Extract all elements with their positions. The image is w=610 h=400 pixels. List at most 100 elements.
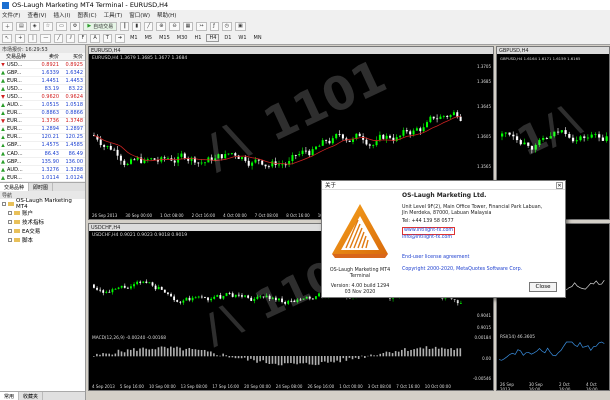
menu-insert[interactable]: 插入(I) (54, 11, 71, 19)
ask-cell: 0.9624 (65, 93, 84, 100)
indicators-icon[interactable]: ƒ (209, 21, 219, 31)
timeframe-mn[interactable]: MN (252, 35, 264, 41)
expand-icon[interactable] (8, 210, 12, 215)
navigator-icon[interactable]: ☆ (42, 21, 54, 31)
tab-common[interactable]: 常用 (0, 392, 20, 400)
bar-chart-icon[interactable]: ┃ (120, 21, 130, 31)
navigator-item-scripts[interactable]: 脚本 (0, 235, 85, 244)
market-watch-row[interactable]: EUR... 1.3736 1.3748 (0, 118, 85, 126)
timeframe-m30[interactable]: M30 (175, 35, 190, 41)
timeframe-h1[interactable]: H1 (192, 35, 203, 41)
terminal-icon[interactable]: ▭ (56, 21, 67, 31)
menu-charts[interactable]: 图表(C) (77, 11, 96, 19)
market-watch-row[interactable]: AUD... 1.3276 1.3288 (0, 166, 85, 175)
timeframe-d1[interactable]: D1 (222, 35, 233, 41)
tab-favorites[interactable]: 收藏夹 (19, 392, 44, 400)
timeframe-w1[interactable]: W1 (236, 35, 248, 41)
copyright-link[interactable]: Copyright 2000-2020, MetaQuotes Software… (402, 267, 522, 272)
market-watch-row[interactable]: EUR... 1.2894 1.2897 (0, 126, 85, 134)
tab-tick-chart[interactable]: 即时图 (29, 183, 54, 192)
autoscroll-icon[interactable]: ↣ (196, 21, 207, 31)
trendline-icon[interactable]: ╱ (54, 33, 64, 43)
candle-body (368, 144, 371, 146)
column-bid[interactable]: 卖价 (36, 53, 60, 60)
license-link[interactable]: End-user license agreement (402, 255, 469, 260)
vline-icon[interactable]: | (28, 33, 38, 43)
arrows-icon[interactable]: ➔ (114, 33, 126, 43)
macd-bar (342, 356, 345, 359)
menu-view[interactable]: 查看(V) (27, 11, 46, 19)
candle-body (318, 145, 321, 147)
candle-body (197, 296, 200, 298)
ask-cell: 120.25 (65, 134, 84, 141)
candle-body (378, 134, 381, 141)
candle-body (139, 281, 142, 283)
expand-icon[interactable] (8, 228, 12, 233)
menu-file[interactable]: 文件(F) (2, 11, 20, 19)
column-ask[interactable]: 买价 (60, 53, 84, 60)
autotrade-button[interactable]: ▶ 自动交易 (83, 21, 118, 31)
text-icon[interactable]: A (90, 33, 100, 43)
macd-bar (330, 356, 332, 362)
market-watch-row[interactable]: AUD... 1.0515 1.0518 (0, 101, 85, 110)
macd-bar (194, 349, 197, 357)
collapse-icon[interactable] (2, 201, 6, 206)
candle-chart-icon[interactable]: ▮ (132, 21, 142, 31)
timeframe-m1[interactable]: M1 (128, 35, 140, 41)
new-chart-icon[interactable]: ＋ (2, 21, 14, 31)
candle-body (452, 112, 455, 116)
templates-icon[interactable]: ▣ (234, 21, 246, 31)
website-link[interactable]: www.intllight-fx.com (402, 227, 456, 235)
line-chart-icon[interactable]: ╱ (144, 21, 154, 31)
candle-body (145, 281, 148, 283)
market-watch-row[interactable]: USD... 0.8921 0.8925 (0, 61, 85, 70)
zoom-out-icon[interactable]: ⊖ (169, 21, 180, 31)
navigator-root[interactable]: OS-Laugh Marketing MT4 (0, 198, 85, 210)
timeframe-m5[interactable]: M5 (143, 35, 155, 41)
fibo-icon[interactable]: F (78, 33, 88, 43)
market-watch-row[interactable]: CAD... 86.43 86.49 (0, 150, 85, 159)
tile-icon[interactable]: ▦ (182, 21, 194, 31)
zoom-in-icon[interactable]: ⊕ (156, 21, 167, 31)
navigator-item-indicators[interactable]: 技术指标 (0, 217, 85, 226)
email-link[interactable]: info@intllight-fx.com (402, 235, 452, 240)
menu-help[interactable]: 帮助(H) (157, 11, 176, 19)
column-symbol[interactable]: 交易品种 (0, 53, 36, 60)
channel-icon[interactable]: ⫽ (66, 33, 76, 43)
close-button[interactable]: Close (529, 282, 557, 292)
macd-bar (173, 347, 175, 357)
market-watch-row[interactable]: USD... 83.19 83.22 (0, 85, 85, 94)
time-tick: 30 Sep 16:00 (528, 381, 543, 391)
cursor-icon[interactable]: ↖ (2, 33, 13, 43)
symbol-name: GBP... (7, 69, 22, 76)
market-watch-row[interactable]: EUR... 120.21 120.25 (0, 134, 85, 142)
time-tick: 4 Oct 00:00 (223, 213, 247, 218)
market-watch-row[interactable]: GBP... 1.4575 1.4585 (0, 142, 85, 151)
timeframe-h4[interactable]: H4 (206, 34, 220, 42)
macd-bar (373, 355, 375, 357)
candle-body (281, 164, 284, 166)
hline-icon[interactable]: — (40, 33, 52, 43)
periods-icon[interactable]: ◷ (221, 21, 232, 31)
market-watch-row[interactable]: GBP... 1.6339 1.6342 (0, 69, 85, 78)
profiles-icon[interactable]: ▤ (16, 21, 27, 31)
crosshair-icon[interactable]: + (15, 33, 26, 43)
tab-symbols[interactable]: 交易品种 (0, 183, 30, 192)
expand-icon[interactable] (8, 219, 12, 224)
candle-body (291, 155, 294, 162)
close-icon[interactable]: ✕ (556, 182, 563, 189)
market-watch-row[interactable]: EUR... 0.8863 0.8866 (0, 110, 85, 118)
market-watch-row[interactable]: EUR... 1.0114 1.0124 (0, 174, 85, 183)
tester-icon[interactable]: ⚙ (69, 21, 81, 31)
label-icon[interactable]: T (102, 33, 112, 43)
expand-icon[interactable] (8, 237, 12, 242)
market-watch-row[interactable]: EUR... 1.4451 1.4453 (0, 77, 85, 86)
candle-body (163, 157, 166, 159)
menu-window[interactable]: 窗口(W) (129, 11, 150, 19)
market-watch-row[interactable]: USD... 0.9620 0.9624 (0, 93, 85, 102)
market-watch-icon[interactable]: ◈ (29, 21, 40, 31)
market-watch-row[interactable]: GBP... 135.90 136.00 (0, 158, 85, 167)
menu-tools[interactable]: 工具(T) (104, 11, 123, 19)
timeframe-m15[interactable]: M15 (157, 35, 172, 41)
navigator-item-experts[interactable]: EA交易 (0, 226, 85, 235)
